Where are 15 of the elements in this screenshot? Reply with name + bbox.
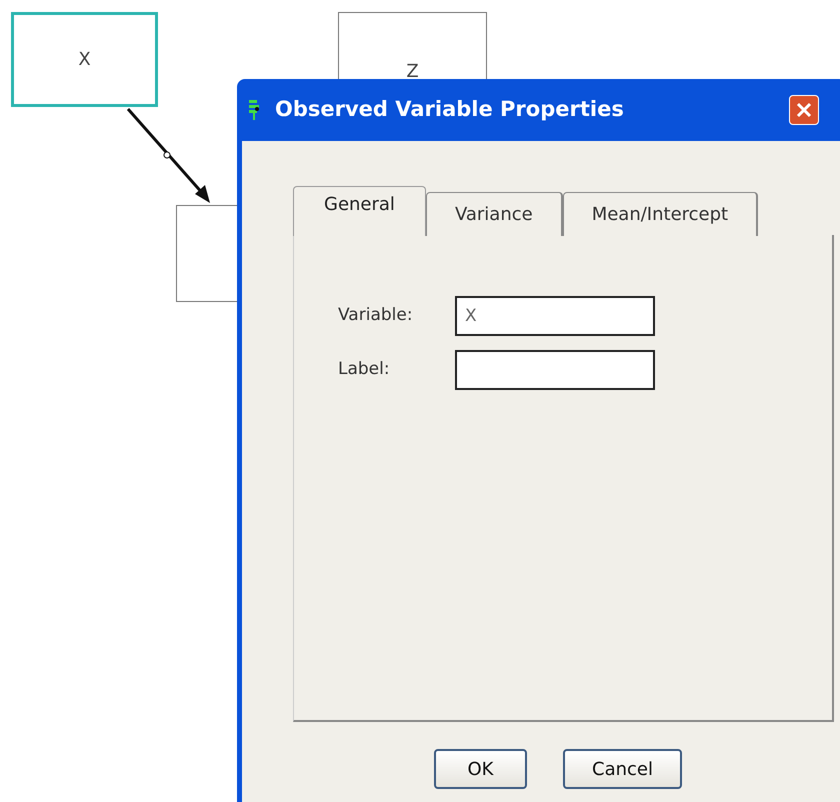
node-label: X xyxy=(78,48,91,72)
tab[interactable]: Mean/Intercept xyxy=(562,192,758,236)
close-button[interactable] xyxy=(789,95,819,125)
input-field[interactable]: X xyxy=(455,296,655,336)
dialog-button[interactable]: OK xyxy=(434,749,527,789)
field-label: Variable: xyxy=(338,304,414,328)
close-icon xyxy=(796,102,812,118)
input-field[interactable] xyxy=(455,350,655,390)
dialog-button[interactable]: Cancel xyxy=(563,749,682,789)
app-icon xyxy=(247,98,261,122)
tab[interactable]: General xyxy=(293,186,426,236)
window-title: Observed Variable Properties xyxy=(275,96,624,124)
tab[interactable]: Variance xyxy=(426,192,563,236)
field-label: Label: xyxy=(338,358,391,382)
node-label: Z xyxy=(406,60,419,84)
